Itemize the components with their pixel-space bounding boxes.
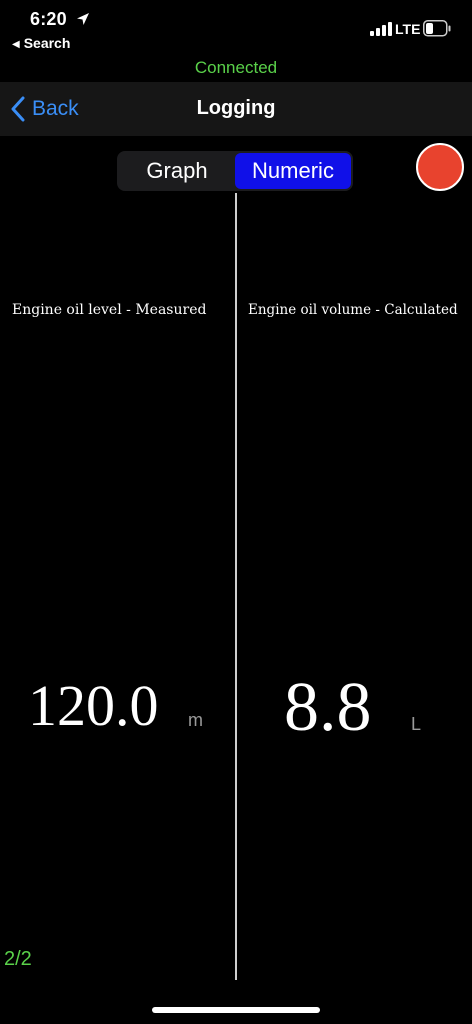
segment-numeric[interactable]: Numeric [235,153,351,189]
navigation-bar: Back Logging [0,82,472,136]
panel-divider [235,193,237,980]
status-bar: 6:20 ◀ Search LTE [0,0,472,60]
home-indicator [152,1007,320,1013]
network-type: LTE [395,21,421,37]
back-to-search-link[interactable]: ◀ Search [12,35,70,51]
cellular-signal-icon [370,22,392,36]
unit-oil-level: m [188,710,203,730]
value-oil-volume: 8.8 [284,669,372,746]
battery-icon [423,20,451,37]
page-title: Logging [196,97,276,119]
record-button[interactable] [416,143,464,191]
panel-label-oil-level: Engine oil level - Measured [12,302,207,318]
back-triangle-icon: ◀ [12,39,20,50]
status-time: 6:20 [30,9,67,29]
location-arrow-icon [77,13,89,25]
panel-label-oil-volume: Engine oil volume - Calculated [248,302,458,318]
value-oil-level: 120.0 [28,673,159,738]
segment-graph[interactable]: Graph [119,153,235,189]
back-to-search-label: Search [23,35,71,51]
view-mode-segmented-control: Graph Numeric [117,151,353,191]
connection-status: Connected [194,58,278,77]
page-indicator: 2/2 [4,948,32,970]
unit-oil-volume: L [411,714,422,734]
